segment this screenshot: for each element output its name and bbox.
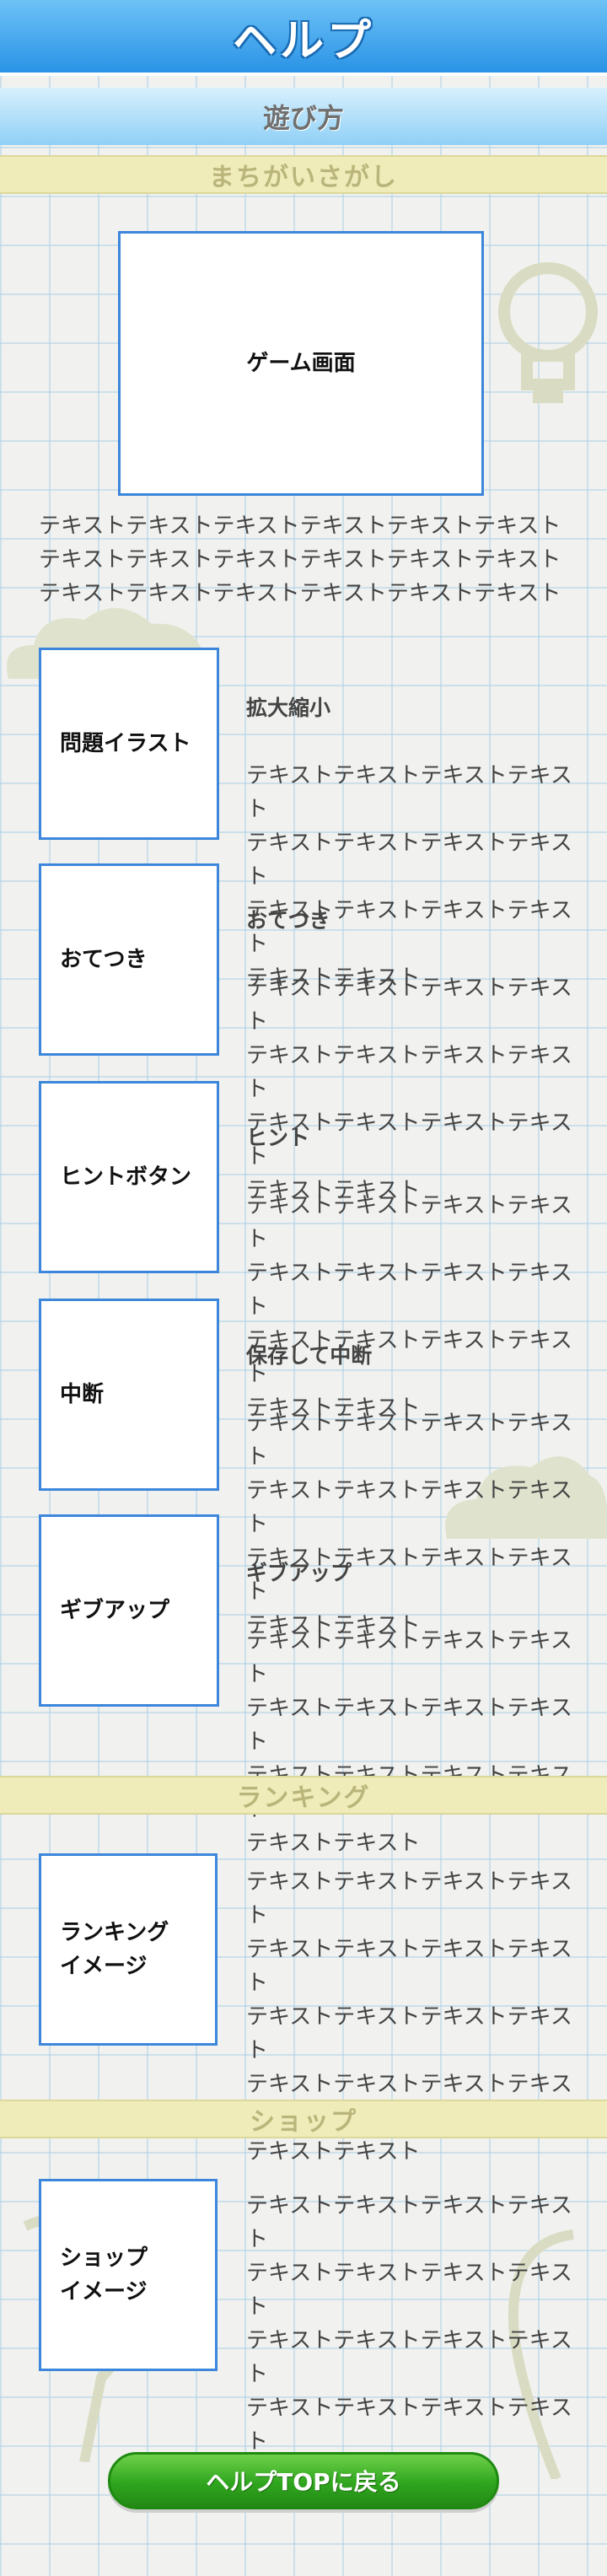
item-title: 保存して中断 (246, 1343, 373, 1368)
item-image-label: 問題イラスト (60, 731, 191, 756)
game-screen-label: ゲーム画面 (246, 351, 356, 376)
page-header: ヘルプ (0, 0, 607, 76)
section-title: ランキング (236, 1783, 371, 1813)
item-image-label: ヒントボタン (60, 1164, 192, 1190)
back-button-label: ヘルプTOPに戻る (206, 2468, 401, 2496)
ranking-image: ランキング イメージ (39, 1853, 218, 2046)
item-image-hint-button: ヒントボタン (39, 1081, 219, 1273)
item-title: ヒント (246, 1126, 310, 1150)
shop-image: ショップ イメージ (39, 2179, 218, 2371)
item-image-label: 中断 (60, 1382, 105, 1407)
item-image-give-up: ギブアップ (39, 1514, 219, 1707)
item-image-penalty: おてつき (39, 863, 219, 1056)
item-image-suspend: 中断 (39, 1299, 219, 1491)
item-text: テキストテキストテキストテキスト テキストテキストテキストテキスト テキストテキ… (246, 1628, 572, 1856)
shop-text: テキストテキストテキストテキスト テキストテキストテキストテキスト テキストテキ… (246, 2193, 572, 2488)
section-bar-ranking: ランキング (0, 1776, 607, 1815)
section-bar-shop: ショップ (0, 2100, 607, 2138)
item-title: ギブアップ (246, 1561, 352, 1585)
shop-image-label: ショップ イメージ (60, 2245, 148, 2304)
ranking-image-label: ランキング イメージ (60, 1920, 169, 1979)
back-to-help-top-button[interactable]: ヘルプTOPに戻る (108, 2452, 499, 2509)
section-title: ショップ (250, 2107, 357, 2137)
page-title: ヘルプ (232, 15, 374, 67)
intro-text: テキストテキストテキストテキストテキストテキスト テキストテキストテキストテキス… (39, 514, 561, 606)
item-image-label: ギブアップ (60, 1598, 170, 1623)
item-title: おてつき (246, 908, 330, 933)
section-title: まちがいさがし (209, 163, 398, 192)
game-screen-image: ゲーム画面 (118, 231, 484, 496)
subheader-title: 遊び方 (262, 102, 344, 134)
item-title: 拡大縮小 (246, 696, 331, 720)
item-image-illustration: 問題イラスト (39, 648, 219, 840)
subheader: 遊び方 (0, 88, 607, 145)
item-image-label: おてつき (60, 947, 148, 972)
section-bar-spot-difference: まちがいさがし (0, 155, 607, 194)
lightbulb-decoration-icon (498, 262, 598, 403)
